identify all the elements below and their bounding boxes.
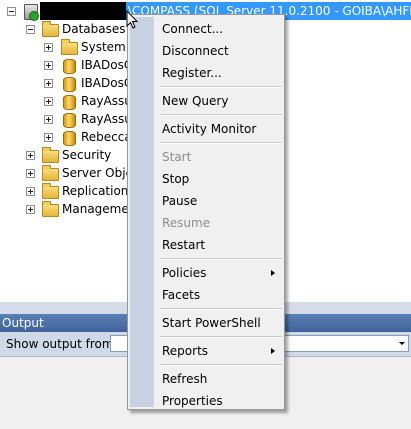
show-output-label: Show output from: [6,337,118,351]
tree-node-label: RayAssu [81,94,132,108]
tree-node-database[interactable]: IBADosC [0,74,132,92]
collapse-icon[interactable] [26,25,35,34]
menu-item-label: Connect... [162,22,224,36]
menu-item-label: Restart [162,238,206,252]
folder-icon [42,147,59,163]
expand-icon[interactable] [26,151,35,160]
menu-item-reports[interactable]: Reports [128,340,284,362]
menu-item-disconnect[interactable]: Disconnect [128,40,284,62]
menu-separator [160,258,282,260]
folder-icon [42,183,59,199]
menu-item-connect[interactable]: Connect... [128,18,284,40]
mouse-pointer-icon [126,10,138,29]
menu-item-label: New Query [162,94,229,108]
menu-item-start: Start [128,146,284,168]
menu-item-label: Reports [162,344,209,358]
menu-item-stop[interactable]: Stop [128,168,284,190]
server-context-menu: Connect... Disconnect Register... New Qu… [127,14,285,410]
menu-item-new-query[interactable]: New Query [128,90,284,112]
menu-item-label: Resume [162,216,211,230]
menu-item-refresh[interactable]: Refresh [128,368,284,390]
expand-icon[interactable] [44,115,53,124]
tree-node-database[interactable]: Rebecca [0,128,132,146]
tree-node-system-databases[interactable]: System D [0,38,139,56]
menu-item-label: Stop [162,172,190,186]
menu-item-label: Register... [162,66,222,80]
folder-icon [42,165,59,181]
menu-item-label: Facets [162,288,201,302]
expand-icon[interactable] [44,97,53,106]
database-icon [63,131,76,146]
tree-node-databases[interactable]: Databases [0,20,126,38]
tree-node-database[interactable]: RayAssu [0,110,132,128]
menu-item-label: Start [162,150,192,164]
menu-item-properties[interactable]: Properties [128,390,284,412]
expand-icon[interactable] [44,79,53,88]
chevron-down-icon[interactable] [399,342,405,345]
menu-item-activity-monitor[interactable]: Activity Monitor [128,118,284,140]
folder-icon [42,201,59,217]
menu-item-resume: Resume [128,212,284,234]
menu-separator [160,142,282,144]
tree-node-server-objects[interactable]: Server Objec [0,164,140,182]
menu-item-label: Refresh [162,372,208,386]
database-icon [63,95,76,110]
menu-item-label: Activity Monitor [162,122,257,136]
menu-item-label: Pause [162,194,198,208]
database-icon [63,113,76,128]
expand-icon[interactable] [26,205,35,214]
tree-node-label: Security [62,148,112,162]
tree-node-label: Managemen [62,202,137,216]
menu-item-register[interactable]: Register... [128,62,284,84]
menu-item-restart[interactable]: Restart [128,234,284,256]
tree-node-database[interactable]: RayAssu [0,92,132,110]
menu-item-pause[interactable]: Pause [128,190,284,212]
menu-item-label: Properties [162,394,223,408]
tree-node-database[interactable]: IBADosC [0,56,132,74]
output-pane-title: Output [2,316,44,330]
menu-item-policies[interactable]: Policies [128,262,284,284]
tree-node-replication[interactable]: Replication [0,182,129,200]
submenu-arrow-icon [271,270,275,276]
collapse-icon[interactable] [7,7,16,16]
expand-icon[interactable] [44,61,53,70]
menu-item-start-powershell[interactable]: Start PowerShell [128,312,284,334]
expand-icon[interactable] [44,43,53,52]
submenu-arrow-icon [271,348,275,354]
expand-icon[interactable] [26,169,35,178]
expand-icon[interactable] [26,187,35,196]
menu-item-label: Policies [162,266,207,280]
tree-node-label: Databases [62,22,126,36]
server-running-icon [24,4,39,21]
menu-separator [160,336,282,338]
tree-node-management[interactable]: Managemen [0,200,136,218]
menu-separator [160,86,282,88]
menu-separator [160,114,282,116]
tree-node-label: RayAssu [81,112,132,126]
menu-separator [160,308,282,310]
expand-icon[interactable] [44,133,53,142]
tree-node-label: Rebecca [81,130,132,144]
menu-item-label: Start PowerShell [162,316,261,330]
tree-node-label: Replication [62,184,129,198]
tree-node-label: IBADosC [81,76,133,90]
menu-item-facets[interactable]: Facets [128,284,284,306]
database-icon [63,77,76,92]
tree-node-label: IBADosC [81,58,133,72]
redacted-server-prefix [40,2,126,20]
menu-separator [160,364,282,366]
folder-icon [61,39,78,55]
menu-item-label: Disconnect [162,44,229,58]
tree-node-security[interactable]: Security [0,146,126,164]
database-icon [63,59,76,74]
folder-icon [42,21,59,37]
